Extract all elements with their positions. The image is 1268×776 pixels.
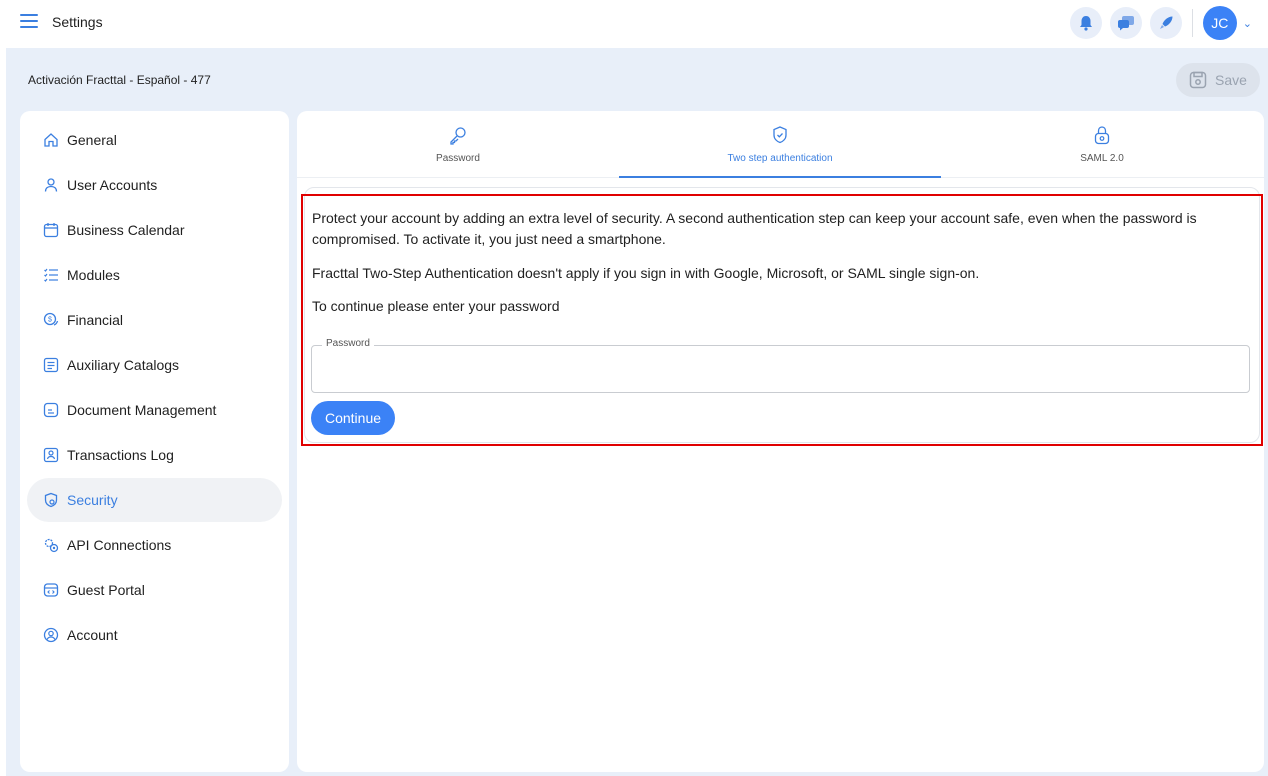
sidebar-item-modules[interactable]: Modules [27,253,282,297]
tab-label: Two step authentication [727,153,833,164]
sidebar-item-label: Auxiliary Catalogs [67,357,180,373]
chevron-down-icon[interactable]: ⌄ [1243,17,1252,30]
log-icon [41,445,61,465]
save-button[interactable]: Save [1176,63,1260,97]
sidebar-item-label: User Accounts [67,177,158,193]
sidebar-item-label: Modules [67,267,120,283]
tab-saml[interactable]: SAML 2.0 [941,111,1263,178]
context-title: Activación Fracttal - Español - 477 [28,73,211,87]
rocket-icon [1159,16,1173,29]
sidebar-item-financial[interactable]: $ Financial [27,298,282,342]
notifications-button[interactable] [1069,7,1102,39]
highlight-box [301,194,1263,446]
calendar-icon [41,220,61,240]
sidebar-item-api-connections[interactable]: API Connections [27,523,282,567]
bell-icon [1079,16,1092,31]
divider [1191,9,1193,37]
sidebar-item-label: Business Calendar [67,222,185,238]
sidebar-item-label: Security [67,492,118,508]
sidebar-item-guest-portal[interactable]: Guest Portal [27,568,282,612]
lock-icon [1092,125,1112,147]
user-icon [41,175,61,195]
key-icon [448,125,468,147]
sidebar-item-account[interactable]: Account [27,613,282,657]
sidebar-item-label: Guest Portal [67,582,145,598]
catalog-icon [41,355,61,375]
menu-icon[interactable] [20,14,38,28]
api-gear-icon [41,535,61,555]
list-icon [41,265,61,285]
tab-password[interactable]: Password [297,111,619,178]
sidebar-item-business-calendar[interactable]: Business Calendar [27,208,282,252]
shield-check-icon [770,125,790,147]
tab-two-step-authentication[interactable]: Two step authentication [619,111,941,178]
save-icon [1189,71,1207,89]
sidebar-item-general[interactable]: General [27,118,282,162]
top-actions: JC ⌄ [1069,6,1252,40]
sidebar-item-user-accounts[interactable]: User Accounts [27,163,282,207]
save-label: Save [1215,72,1247,88]
sidebar-item-label: General [67,132,117,148]
tab-label: SAML 2.0 [1080,153,1124,164]
app-title: Settings [52,14,103,30]
avatar[interactable]: JC [1202,6,1237,40]
sidebar-item-security[interactable]: Security [27,478,282,522]
home-icon [41,130,61,150]
portal-icon [41,580,61,600]
main-panel: Password Two step authentication SAML 2.… [297,111,1264,772]
document-icon [41,400,61,420]
coin-icon: $ [41,310,61,330]
sidebar-item-label: Account [67,627,118,643]
account-icon [41,625,61,645]
launch-button[interactable] [1149,7,1182,39]
shield-icon [41,490,61,510]
sidebar-item-auxiliary-catalogs[interactable]: Auxiliary Catalogs [27,343,282,387]
active-tab-indicator [619,176,941,178]
tab-label: Password [436,153,480,164]
sidebar-item-label: Transactions Log [67,447,174,463]
security-tabs: Password Two step authentication SAML 2.… [297,111,1264,178]
sidebar-item-transactions-log[interactable]: Transactions Log [27,433,282,477]
sidebar-item-document-management[interactable]: Document Management [27,388,282,432]
top-bar: Settings JC ⌄ [0,0,1268,46]
sidebar-item-label: API Connections [67,537,172,553]
svg-text:$: $ [48,317,52,324]
chat-icon [1117,16,1134,31]
chat-button[interactable] [1109,7,1142,39]
settings-sidebar: General User Accounts Business Calendar … [20,111,289,772]
sidebar-item-label: Document Management [67,402,217,418]
sidebar-item-label: Financial [67,312,124,328]
